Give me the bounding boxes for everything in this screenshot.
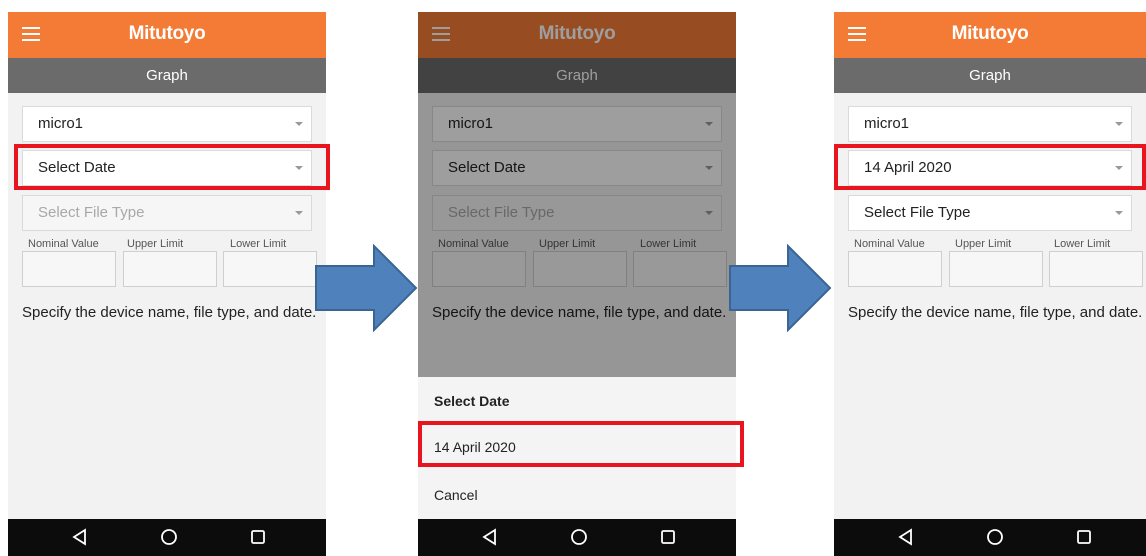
nominal-value-label: Nominal Value [854,238,925,250]
back-icon[interactable] [70,527,90,547]
sheet-title: Select Date [434,393,510,409]
back-icon[interactable] [480,527,500,547]
modal-backdrop[interactable] [418,12,736,377]
chevron-down-icon [295,211,303,215]
screen-title: Graph [834,58,1146,93]
phone-screen-step-2: Mitutoyo Graph micro1 Select Date Select… [418,12,736,556]
tutorial-figure: Mitutoyo Graph micro1 Select Date Select… [0,0,1146,556]
back-icon[interactable] [896,527,916,547]
highlight-date-dropdown-filled [834,144,1146,190]
android-nav-bar [8,519,326,556]
brand-logo: Mitutoyo [128,23,206,44]
home-icon[interactable] [159,527,179,547]
lower-limit-label: Lower Limit [230,238,287,250]
device-value: micro1 [38,115,84,132]
recent-apps-icon[interactable] [658,527,678,547]
recent-apps-icon[interactable] [1074,527,1094,547]
file-type-value: Select File Type [38,204,145,221]
highlight-date-dropdown [14,144,330,190]
nominal-value-label: Nominal Value [28,238,99,250]
phone-screen-step-3: Mitutoyo Graph micro1 14 April 2020 Sele… [834,12,1146,556]
android-nav-bar [834,519,1146,556]
cancel-button[interactable]: Cancel [434,487,478,503]
upper-limit-label: Upper Limit [955,238,1012,250]
lower-limit-field[interactable] [223,251,317,287]
file-type-value: Select File Type [864,204,971,221]
brand-logo: Mitutoyo [951,23,1029,44]
upper-limit-field[interactable] [123,251,217,287]
hint-text: Specify the device name, file type, and … [848,304,1143,321]
recent-apps-icon[interactable] [248,527,268,547]
chevron-down-icon [1115,122,1123,126]
device-value: micro1 [864,115,910,132]
home-icon[interactable] [985,527,1005,547]
nominal-value-field[interactable] [848,251,942,287]
lower-limit-label: Lower Limit [1054,238,1111,250]
phone-screen-step-1: Mitutoyo Graph micro1 Select Date Select… [8,12,326,556]
upper-limit-field[interactable] [949,251,1043,287]
app-header: Mitutoyo [8,12,326,58]
nominal-value-field[interactable] [22,251,116,287]
arrow-right-icon [729,244,832,332]
android-nav-bar [418,519,736,556]
highlight-date-option [418,421,744,467]
file-type-dropdown[interactable]: Select File Type [22,195,312,231]
arrow-right-icon [315,244,418,332]
file-type-dropdown[interactable]: Select File Type [848,195,1132,231]
app-header: Mitutoyo [834,12,1146,58]
upper-limit-label: Upper Limit [127,238,184,250]
lower-limit-field[interactable] [1049,251,1143,287]
chevron-down-icon [295,122,303,126]
device-dropdown[interactable]: micro1 [848,106,1132,142]
screen-title: Graph [8,58,326,93]
device-dropdown[interactable]: micro1 [22,106,312,142]
home-icon[interactable] [569,527,589,547]
hint-text: Specify the device name, file type, and … [22,304,317,321]
chevron-down-icon [1115,211,1123,215]
